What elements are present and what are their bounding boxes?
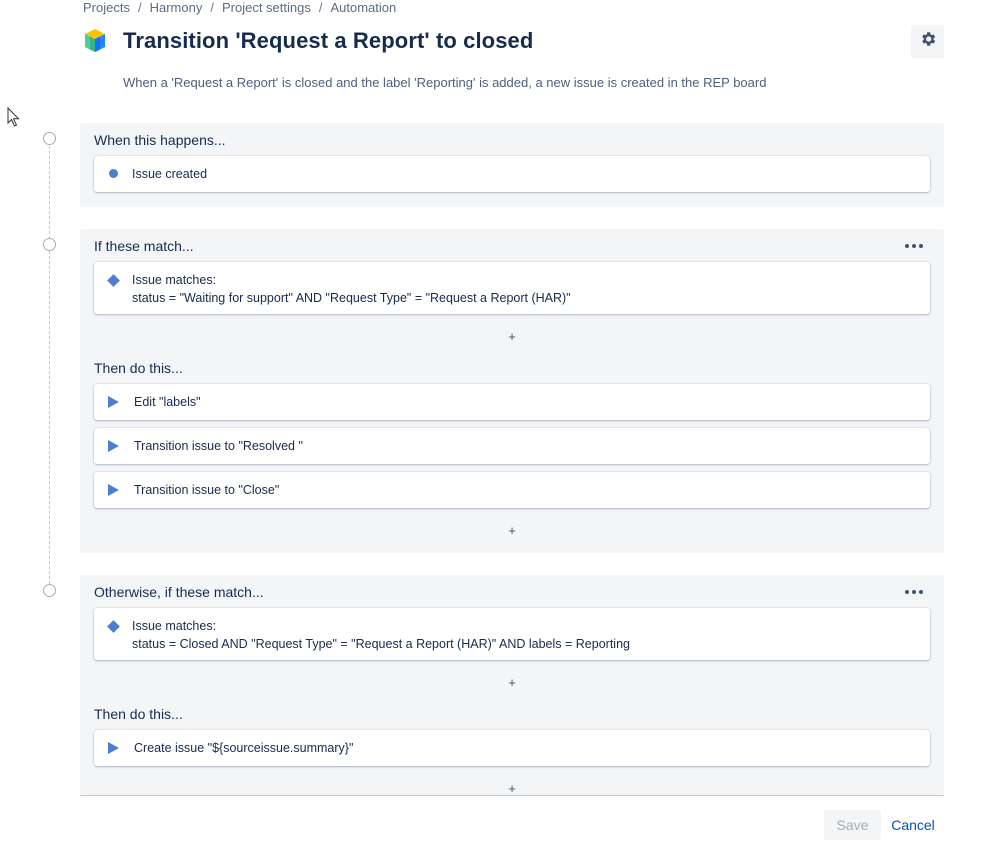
timeline-node bbox=[43, 584, 56, 597]
timeline-node bbox=[43, 238, 56, 251]
trigger-dot-icon bbox=[109, 169, 118, 178]
action-card[interactable]: Transition issue to "Close" bbox=[94, 472, 930, 508]
then-section-title: Then do this... bbox=[94, 706, 183, 722]
more-options-button[interactable] bbox=[902, 585, 926, 599]
gear-icon bbox=[919, 30, 937, 53]
if-condition-section: If these match... Issue matches: status … bbox=[80, 229, 944, 553]
more-icon bbox=[904, 244, 925, 248]
action-text: Edit "labels" bbox=[134, 395, 201, 409]
breadcrumb-harmony[interactable]: Harmony bbox=[150, 0, 203, 15]
play-icon bbox=[108, 484, 119, 496]
condition-label: Issue matches: bbox=[132, 619, 217, 633]
condition-card[interactable]: Issue matches: status = Closed AND "Requ… bbox=[94, 608, 930, 660]
breadcrumb-separator: / bbox=[210, 0, 214, 15]
cancel-button[interactable]: Cancel bbox=[887, 810, 939, 840]
trigger-card-text: Issue created bbox=[132, 167, 208, 181]
condition-diamond-icon bbox=[107, 274, 120, 287]
cube-icon bbox=[83, 28, 107, 54]
condition-query: status = "Waiting for support" AND "Requ… bbox=[132, 291, 571, 305]
save-button[interactable]: Save bbox=[824, 810, 881, 840]
timeline-line bbox=[49, 146, 50, 584]
condition-query: status = Closed AND "Request Type" = "Re… bbox=[132, 637, 630, 651]
more-options-button[interactable] bbox=[902, 239, 926, 253]
add-condition-button[interactable]: + bbox=[504, 329, 520, 345]
trigger-section: When this happens... Issue created bbox=[80, 123, 944, 207]
trigger-card[interactable]: Issue created bbox=[94, 156, 930, 192]
breadcrumb: Projects / Harmony / Project settings / Automa… bbox=[83, 0, 396, 16]
then-section-title: Then do this... bbox=[94, 360, 183, 376]
action-card[interactable]: Create issue "${sourceissue.summary}" bbox=[94, 730, 930, 766]
page-title: Transition 'Request a Report' to closed bbox=[123, 28, 534, 53]
play-icon bbox=[108, 742, 119, 754]
footer-divider bbox=[80, 795, 944, 796]
action-card[interactable]: Edit "labels" bbox=[94, 384, 930, 420]
rule-description: When a 'Request a Report' is closed and … bbox=[123, 75, 767, 90]
else-if-section-title: Otherwise, if these match... bbox=[94, 584, 264, 600]
breadcrumb-automation[interactable]: Automation bbox=[330, 0, 396, 15]
breadcrumb-separator: / bbox=[318, 0, 323, 15]
add-condition-button[interactable]: + bbox=[504, 675, 520, 691]
action-text: Create issue "${sourceissue.summary}" bbox=[134, 741, 354, 755]
else-if-condition-section: Otherwise, if these match... Issue match… bbox=[80, 575, 944, 796]
add-action-button[interactable]: + bbox=[504, 523, 520, 539]
breadcrumb-separator: / bbox=[137, 0, 142, 15]
more-icon bbox=[904, 590, 925, 594]
breadcrumb-projects[interactable]: Projects bbox=[83, 0, 130, 15]
play-icon bbox=[108, 440, 119, 452]
action-text: Transition issue to "Resolved " bbox=[134, 439, 303, 453]
breadcrumb-project-settings[interactable]: Project settings bbox=[222, 0, 311, 15]
timeline-node bbox=[43, 132, 56, 145]
condition-label: Issue matches: bbox=[132, 273, 217, 287]
action-text: Transition issue to "Close" bbox=[134, 483, 280, 497]
settings-button[interactable] bbox=[911, 25, 944, 58]
condition-diamond-icon bbox=[107, 620, 120, 633]
play-icon bbox=[108, 396, 119, 408]
trigger-section-title: When this happens... bbox=[94, 132, 226, 148]
action-card[interactable]: Transition issue to "Resolved " bbox=[94, 428, 930, 464]
mouse-cursor-icon bbox=[7, 106, 21, 127]
condition-card[interactable]: Issue matches: status = "Waiting for sup… bbox=[94, 262, 930, 314]
if-section-title: If these match... bbox=[94, 238, 194, 254]
